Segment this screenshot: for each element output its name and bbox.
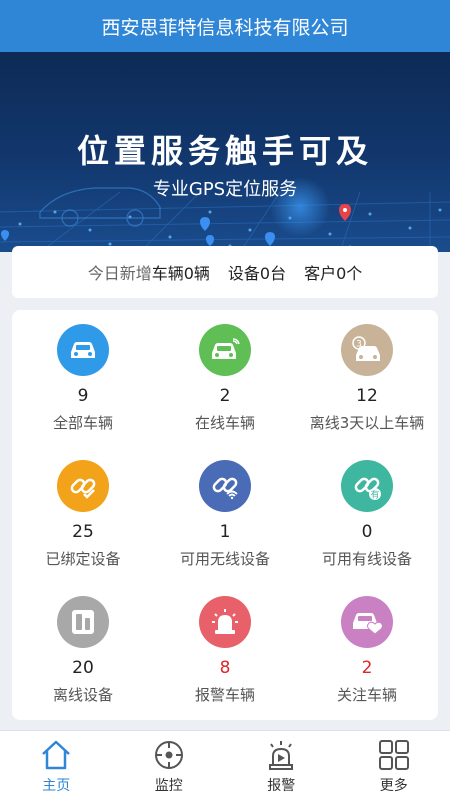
bottom-tab-bar: 主页 监控 报警 更多	[0, 730, 450, 800]
grid-item-offline-3days-vehicles[interactable]: 3 12 离线3天以上车辆	[296, 310, 438, 446]
tab-alarm-label: 报警	[267, 778, 296, 794]
label-followed-vehicles: 关注车辆	[336, 686, 397, 704]
count-all-vehicles: 9	[77, 386, 89, 406]
grid-item-all-vehicles[interactable]: 9 全部车辆	[12, 310, 154, 446]
count-wired-devices: 0	[361, 522, 373, 542]
label-offline-3days-vehicles: 离线3天以上车辆	[309, 414, 425, 432]
more-icon	[378, 740, 409, 770]
link-wired-icon: 有	[341, 460, 393, 512]
count-alarm-vehicles: 8	[219, 658, 231, 678]
count-online-vehicles: 2	[219, 386, 231, 406]
label-wired-devices: 可用有线设备	[321, 550, 412, 568]
count-followed-vehicles: 2	[361, 658, 373, 678]
link-wireless-icon	[199, 460, 251, 512]
summary-grid: 9 全部车辆 2 在线车辆 3 12 离线3天以上车辆 25 已绑定设备 1 可…	[12, 310, 438, 720]
tab-monitor[interactable]: 监控	[113, 731, 226, 800]
company-title: 西安思菲特信息科技有限公司	[101, 16, 349, 39]
tab-monitor-label: 监控	[154, 778, 183, 794]
grid-item-wired-devices[interactable]: 有 0 可用有线设备	[296, 446, 438, 582]
stats-prefix: 今日新增	[87, 264, 152, 283]
tab-alarm[interactable]: 报警	[225, 731, 338, 800]
car-offline-3-icon: 3	[341, 324, 393, 376]
count-bound-devices: 25	[72, 522, 94, 542]
alarm-light-icon	[199, 596, 251, 648]
offline-device-icon	[57, 596, 109, 648]
map-pin-icon	[339, 204, 351, 221]
car-icon	[57, 324, 109, 376]
stats-customers: 客户0个	[304, 264, 363, 283]
label-bound-devices: 已绑定设备	[45, 550, 121, 568]
stats-vehicles: 车辆0辆	[151, 264, 210, 283]
car-online-icon	[199, 324, 251, 376]
count-wireless-devices: 1	[219, 522, 231, 542]
label-alarm-vehicles: 报警车辆	[194, 686, 255, 704]
label-all-vehicles: 全部车辆	[52, 414, 113, 432]
grid-item-offline-devices[interactable]: 20 离线设备	[12, 582, 154, 718]
banner-subtitle: 专业GPS定位服务	[152, 179, 298, 200]
grid-item-followed-vehicles[interactable]: 2 关注车辆	[296, 582, 438, 718]
grid-item-alarm-vehicles[interactable]: 8 报警车辆	[154, 582, 296, 718]
grid-item-wireless-devices[interactable]: 1 可用无线设备	[154, 446, 296, 582]
today-stats-bar: 今日新增 车辆0辆 设备0台 客户0个	[12, 246, 438, 298]
hero-banner: 位置服务触手可及 专业GPS定位服务	[0, 52, 450, 252]
stats-devices: 设备0台	[227, 264, 287, 283]
monitor-icon	[154, 741, 183, 769]
label-wireless-devices: 可用无线设备	[179, 550, 270, 568]
tab-home-label: 主页	[42, 778, 71, 794]
tab-more[interactable]: 更多	[338, 731, 450, 800]
count-offline-3days-vehicles: 12	[356, 386, 378, 406]
banner-title: 位置服务触手可及	[76, 132, 373, 170]
grid-item-online-vehicles[interactable]: 2 在线车辆	[154, 310, 296, 446]
home-icon	[42, 740, 71, 770]
tab-more-label: 更多	[379, 778, 408, 794]
label-online-vehicles: 在线车辆	[194, 414, 255, 432]
tab-home[interactable]: 主页	[0, 731, 113, 800]
grid-item-bound-devices[interactable]: 25 已绑定设备	[12, 446, 154, 582]
alarm-icon	[269, 741, 294, 770]
app-header: 西安思菲特信息科技有限公司	[0, 0, 450, 52]
label-offline-devices: 离线设备	[52, 686, 113, 704]
link-check-icon	[57, 460, 109, 512]
svg-text:有: 有	[370, 489, 379, 501]
car-heart-icon	[341, 596, 393, 648]
count-offline-devices: 20	[72, 658, 94, 678]
